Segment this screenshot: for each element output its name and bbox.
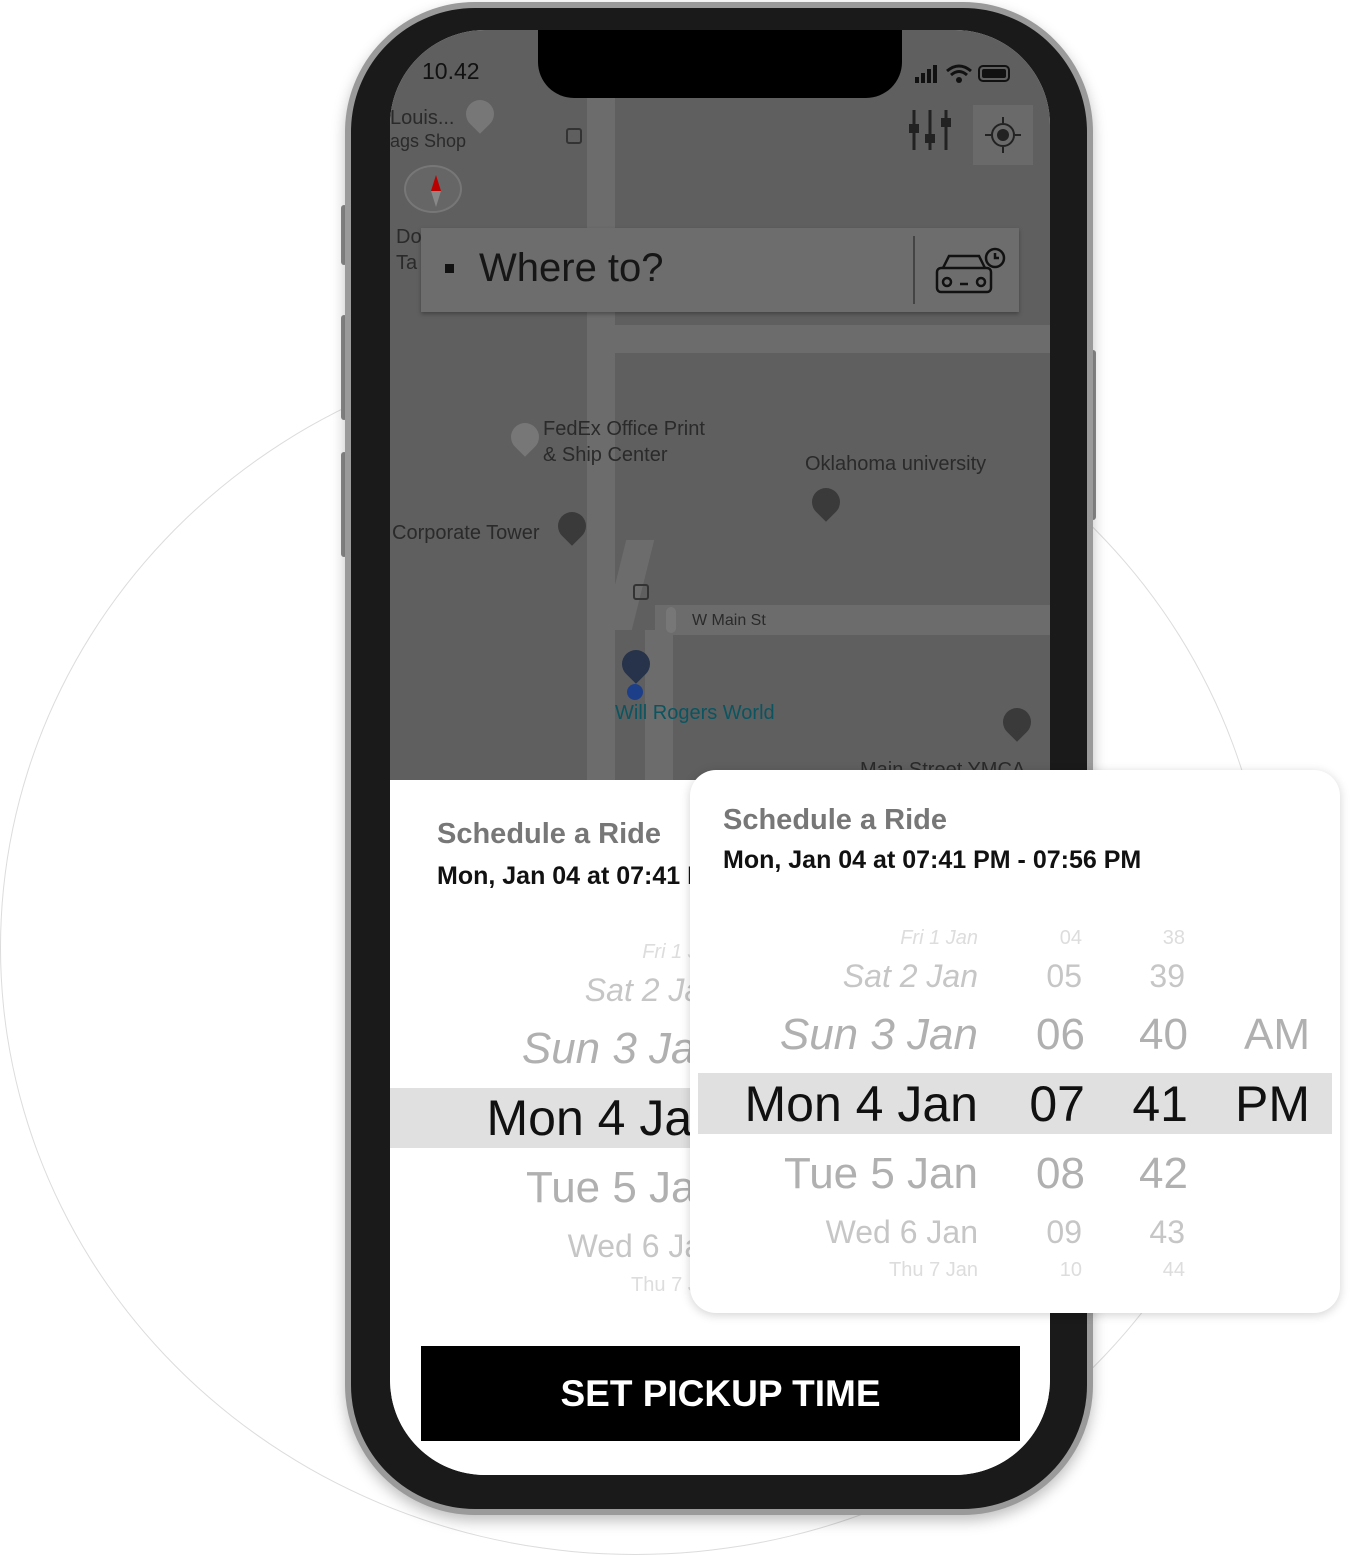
picker-item[interactable]: 09	[1046, 1216, 1082, 1248]
picker-item[interactable]: Thu 7 Jan	[889, 1260, 978, 1280]
map-label: Do	[396, 226, 422, 248]
picker-item-selected[interactable]: 41	[1132, 1079, 1188, 1129]
picker-item[interactable]: 04	[1060, 928, 1082, 948]
map-label: Oklahoma university	[805, 453, 987, 475]
traffic-light-icon	[666, 607, 676, 633]
picker-item[interactable]: 05	[1046, 960, 1082, 992]
picker-item[interactable]: Sat 2 Jan	[843, 960, 978, 992]
destination-square-icon	[445, 264, 454, 273]
fedex-pin-icon	[505, 417, 545, 457]
location-pin-icon	[552, 506, 592, 546]
picker-item[interactable]: Wed 6 Jan	[826, 1216, 978, 1248]
card-title: Schedule a Ride	[723, 804, 948, 836]
university-pin-icon	[806, 482, 846, 522]
picker-item[interactable]: 43	[1149, 1216, 1185, 1248]
search-placeholder: Where to?	[479, 246, 664, 290]
shopping-pin-icon	[460, 94, 500, 134]
set-pickup-time-button[interactable]: SET PICKUP TIME	[421, 1346, 1020, 1441]
picker-item-selected[interactable]: Mon 4 Jan	[745, 1079, 978, 1129]
current-location-dot	[627, 684, 643, 700]
phone-notch	[538, 30, 902, 98]
picker-item[interactable]: 06	[1036, 1013, 1085, 1057]
picker-item[interactable]: Tue 5 Jan	[784, 1152, 978, 1196]
picker-item-selected[interactable]: Mon 4 Jan	[487, 1093, 720, 1143]
map-label: FedEx Office Print	[543, 418, 705, 440]
picker-item[interactable]: 40	[1139, 1013, 1188, 1057]
scheduled-car-icon[interactable]	[931, 246, 1011, 298]
picker-item[interactable]: Sun 3 Jan	[780, 1013, 978, 1057]
picker-item[interactable]: 38	[1163, 928, 1185, 948]
map-label: ags Shop	[390, 131, 467, 151]
map-label: & Ship Center	[543, 444, 668, 466]
my-location-button[interactable]	[973, 105, 1033, 165]
compass-icon[interactable]	[404, 165, 462, 213]
map-label: Corporate Tower	[392, 522, 540, 544]
picker-item[interactable]: 44	[1163, 1260, 1185, 1280]
sheet-title: Schedule a Ride	[437, 818, 662, 850]
picker-item[interactable]: 42	[1139, 1152, 1188, 1196]
map-view[interactable]: 10.42 Louis... ags Shop Do Ta Where to? …	[390, 30, 1050, 790]
filter-sliders-icon[interactable]	[908, 108, 952, 152]
picker-item[interactable]: 10	[1060, 1260, 1082, 1280]
bus-stop-icon	[566, 128, 582, 144]
map-label: Ta	[396, 252, 418, 274]
card-subtitle: Mon, Jan 04 at 07:41 PM - 07:56 PM	[723, 846, 1142, 874]
status-time: 10.42	[422, 58, 480, 84]
picker-item-selected[interactable]: PM	[1235, 1079, 1310, 1129]
schedule-card-zoomed: Schedule a Ride Mon, Jan 04 at 07:41 PM …	[690, 770, 1340, 1313]
picker-item-selected[interactable]: 07	[1029, 1079, 1085, 1129]
map-label-airport: Will Rogers World	[615, 702, 775, 724]
picker-item[interactable]: Fri 1 Jan	[900, 928, 978, 948]
street-label: W Main St	[692, 612, 766, 629]
bus-stop-icon	[633, 584, 649, 600]
divider	[913, 236, 915, 304]
picker-item[interactable]: 39	[1149, 960, 1185, 992]
picker-item[interactable]: 08	[1036, 1152, 1085, 1196]
my-location-icon	[985, 117, 1021, 153]
location-pin-icon	[997, 702, 1037, 742]
picker-item[interactable]: AM	[1244, 1013, 1310, 1057]
where-to-search[interactable]: Where to?	[421, 228, 1019, 312]
status-icons	[915, 64, 1010, 83]
